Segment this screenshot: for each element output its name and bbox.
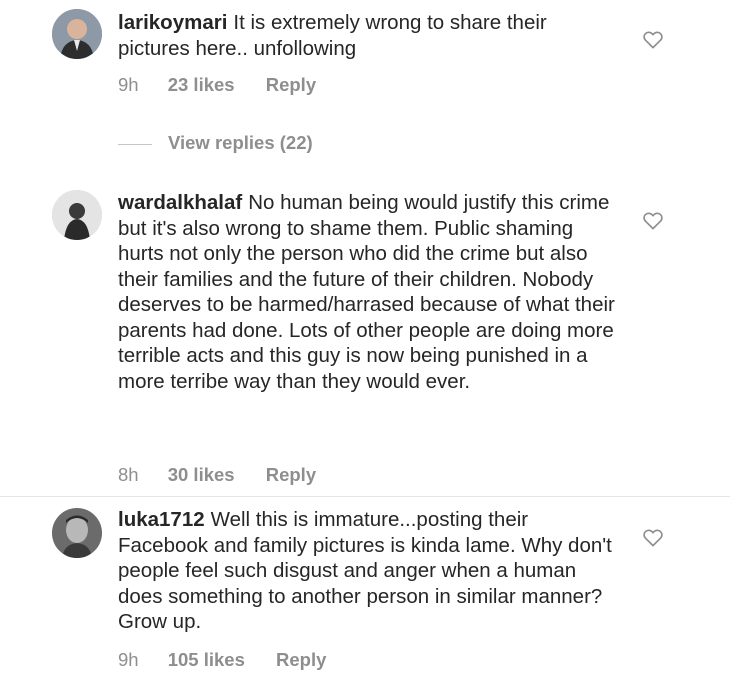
comment-username[interactable]: larikoymari bbox=[118, 11, 227, 34]
view-replies-label[interactable]: View replies (22) bbox=[168, 132, 313, 153]
comment-username[interactable]: wardalkhalaf bbox=[118, 191, 242, 214]
user-avatar-image bbox=[52, 190, 102, 240]
comment-text: No human being would justify this crime … bbox=[118, 191, 615, 393]
reply-button[interactable]: Reply bbox=[266, 464, 316, 486]
user-avatar-image bbox=[52, 9, 102, 59]
comment-text-block: luka1712 Well this is immature...posting … bbox=[118, 507, 618, 635]
comment-meta: 9h 23 likes Reply bbox=[118, 74, 316, 96]
user-avatar-image bbox=[52, 508, 102, 558]
avatar[interactable] bbox=[52, 9, 102, 59]
comment-text-block: larikoymari It is extremely wrong to shar… bbox=[118, 10, 618, 61]
comment-likes[interactable]: 23 likes bbox=[168, 74, 235, 96]
comment-wardalkhalaf: wardalkhalaf No human being would justify… bbox=[0, 180, 730, 496]
comment-text-block: wardalkhalaf No human being would justify… bbox=[118, 190, 618, 394]
comment-meta: 8h 30 likes Reply bbox=[118, 464, 316, 486]
comment-time: 8h bbox=[118, 464, 139, 485]
comment-likes[interactable]: 105 likes bbox=[168, 649, 245, 671]
comment-likes[interactable]: 30 likes bbox=[168, 464, 235, 486]
view-replies-line bbox=[118, 143, 152, 145]
avatar[interactable] bbox=[52, 508, 102, 558]
reply-button[interactable]: Reply bbox=[276, 649, 326, 671]
comment-larikoymari: larikoymari It is extremely wrong to shar… bbox=[0, 0, 730, 130]
reply-button[interactable]: Reply bbox=[266, 74, 316, 96]
comment-time: 9h bbox=[118, 74, 139, 95]
comment-meta: 9h 105 likes Reply bbox=[118, 649, 326, 671]
comment-username[interactable]: luka1712 bbox=[118, 508, 205, 531]
heart-icon[interactable] bbox=[642, 210, 664, 230]
comment-luka1712: luka1712 Well this is immature...posting … bbox=[0, 497, 730, 684]
view-replies-button[interactable]: View replies (22) bbox=[118, 132, 313, 156]
comment-time: 9h bbox=[118, 649, 139, 670]
avatar[interactable] bbox=[52, 190, 102, 240]
heart-icon[interactable] bbox=[642, 527, 664, 547]
heart-icon[interactable] bbox=[642, 29, 664, 49]
